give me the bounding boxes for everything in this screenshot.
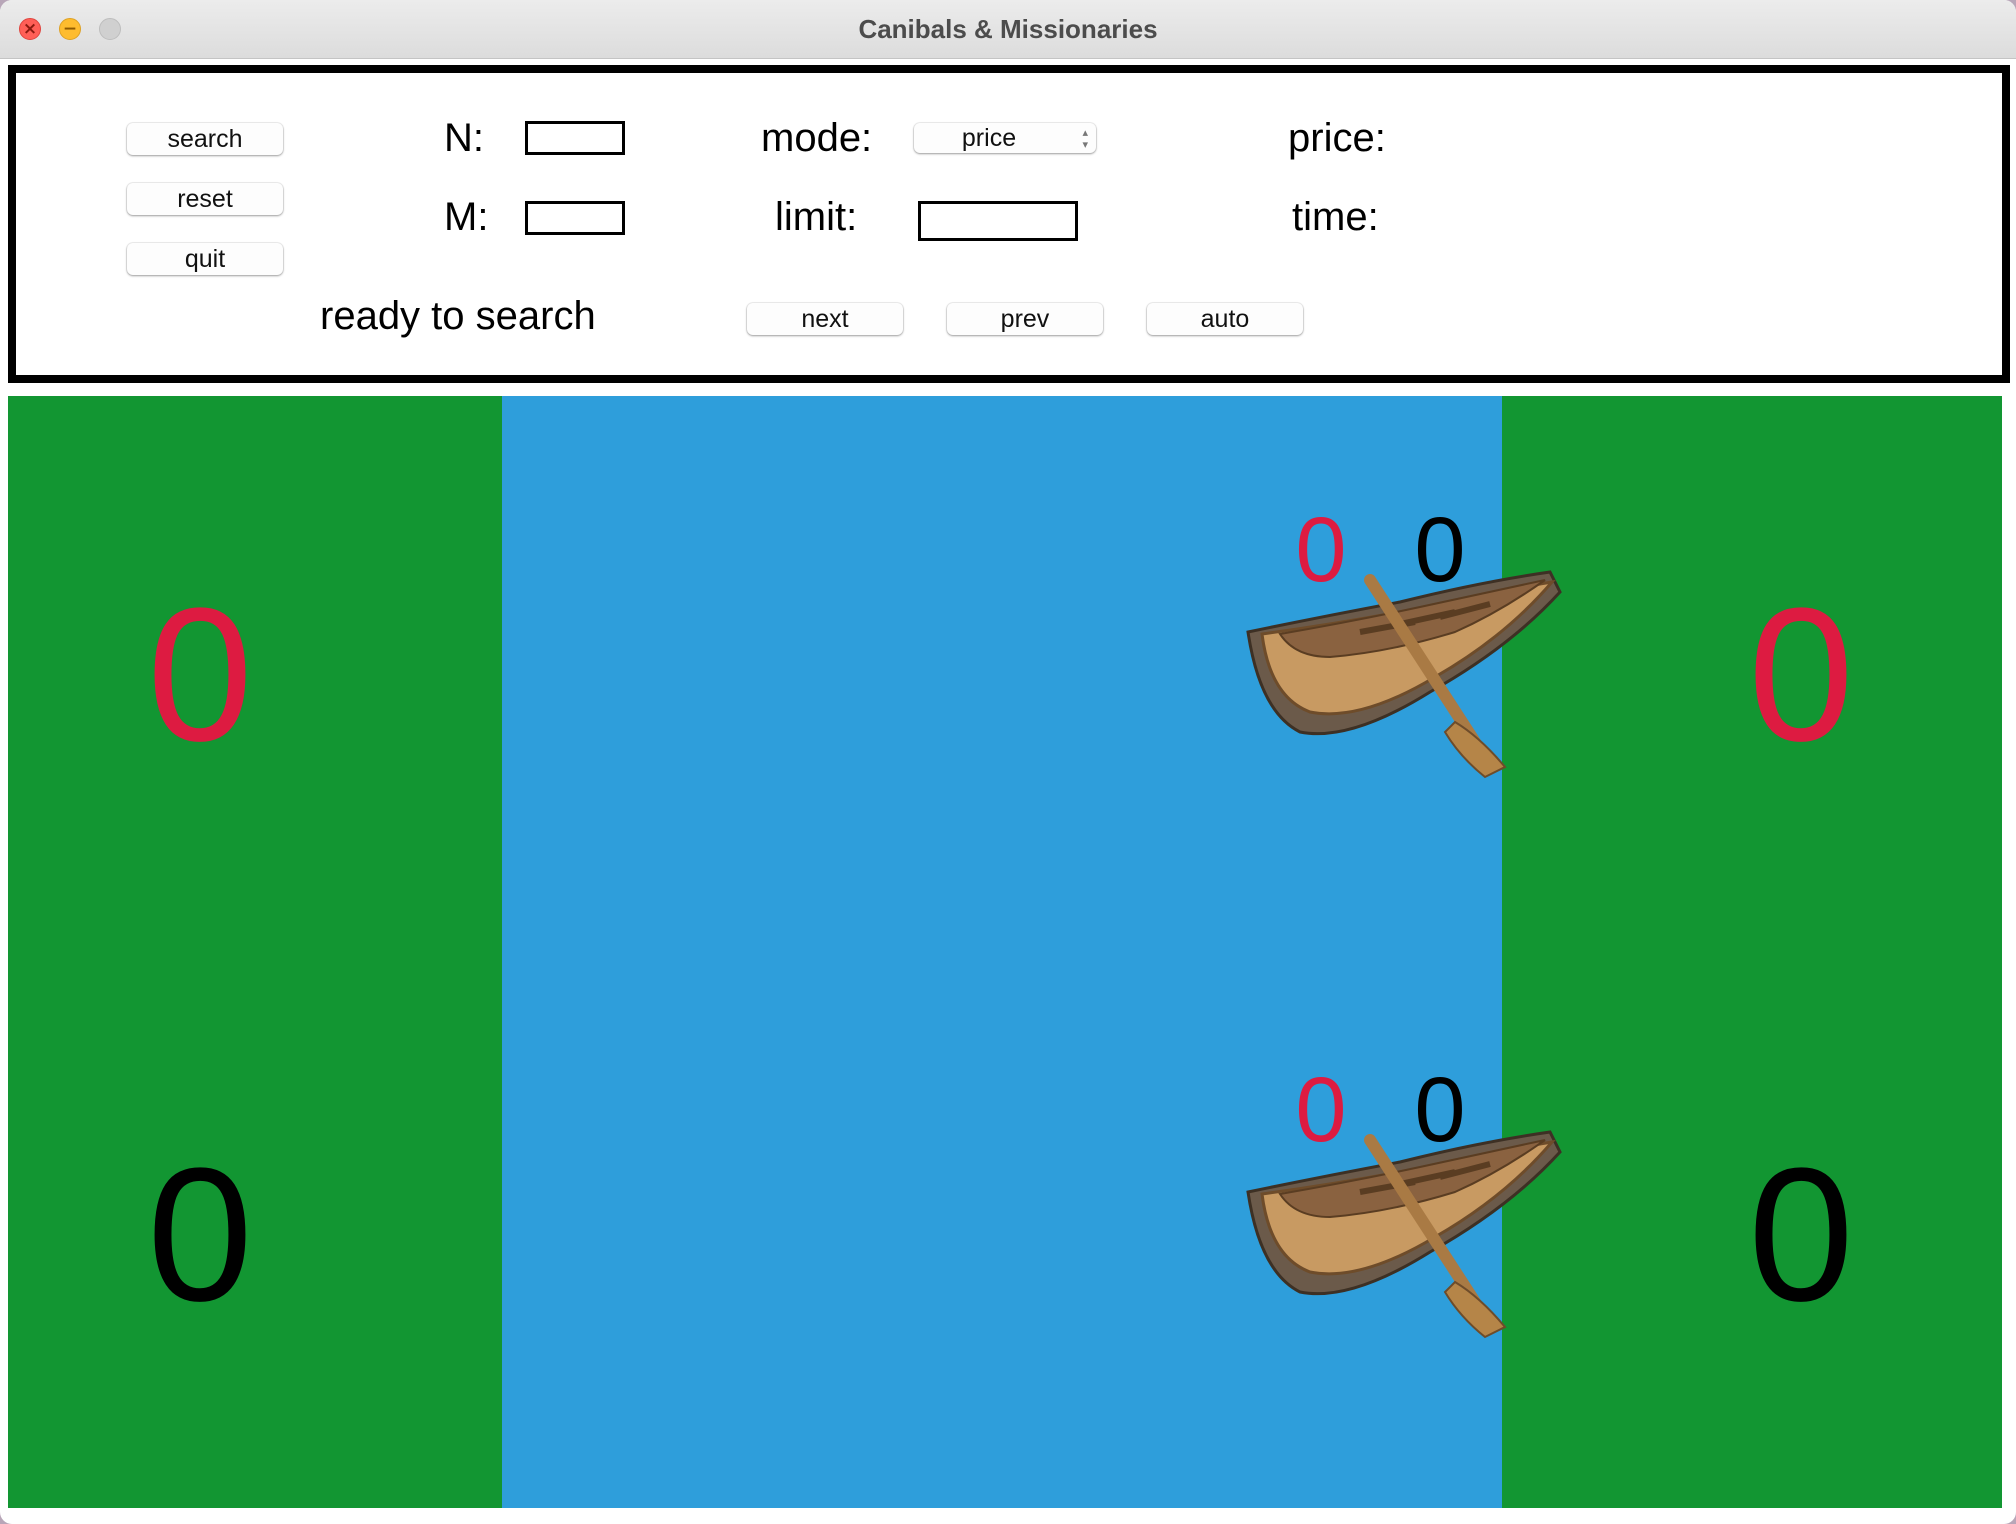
status-text: ready to search <box>320 294 596 338</box>
app-window: × − Canibals & Missionaries search reset… <box>0 0 2016 1524</box>
left-missionary-count: 0 <box>147 1129 253 1341</box>
left-cannibal-count: 0 <box>147 569 253 781</box>
rowboat-icon <box>1246 570 1562 779</box>
time-label: time: <box>1292 195 1379 239</box>
m-label: M: <box>444 195 489 239</box>
window-title: Canibals & Missionaries <box>858 14 1158 44</box>
right-cannibal-count: 0 <box>1748 569 1854 781</box>
mode-label: mode: <box>761 116 873 160</box>
right-bank <box>1502 396 2002 1508</box>
limit-label: limit: <box>775 195 858 239</box>
left-bank <box>8 396 502 1508</box>
select-arrows-icon: ▴ ▾ <box>1082 126 1088 151</box>
n-field[interactable] <box>525 121 625 155</box>
prev-button[interactable]: prev <box>947 303 1103 335</box>
m-field[interactable] <box>525 201 625 235</box>
right-missionary-count: 0 <box>1748 1129 1854 1341</box>
river-scene: 0 0 0 0 0 0 0 0 <box>8 396 2002 1508</box>
mode-select[interactable]: price ▴ ▾ <box>914 123 1096 153</box>
reset-button[interactable]: reset <box>127 183 283 215</box>
rowboat-icon <box>1246 1130 1562 1339</box>
control-panel: search reset quit N: M: ready to search … <box>8 65 2010 383</box>
price-label: price: <box>1288 116 1386 160</box>
next-button[interactable]: next <box>747 303 903 335</box>
n-label: N: <box>444 116 484 160</box>
limit-field[interactable] <box>918 201 1078 241</box>
search-button[interactable]: search <box>127 123 283 155</box>
quit-button[interactable]: quit <box>127 243 283 275</box>
title-bar: × − Canibals & Missionaries <box>0 0 2016 59</box>
auto-button[interactable]: auto <box>1147 303 1303 335</box>
mode-select-value: price <box>961 124 1017 152</box>
